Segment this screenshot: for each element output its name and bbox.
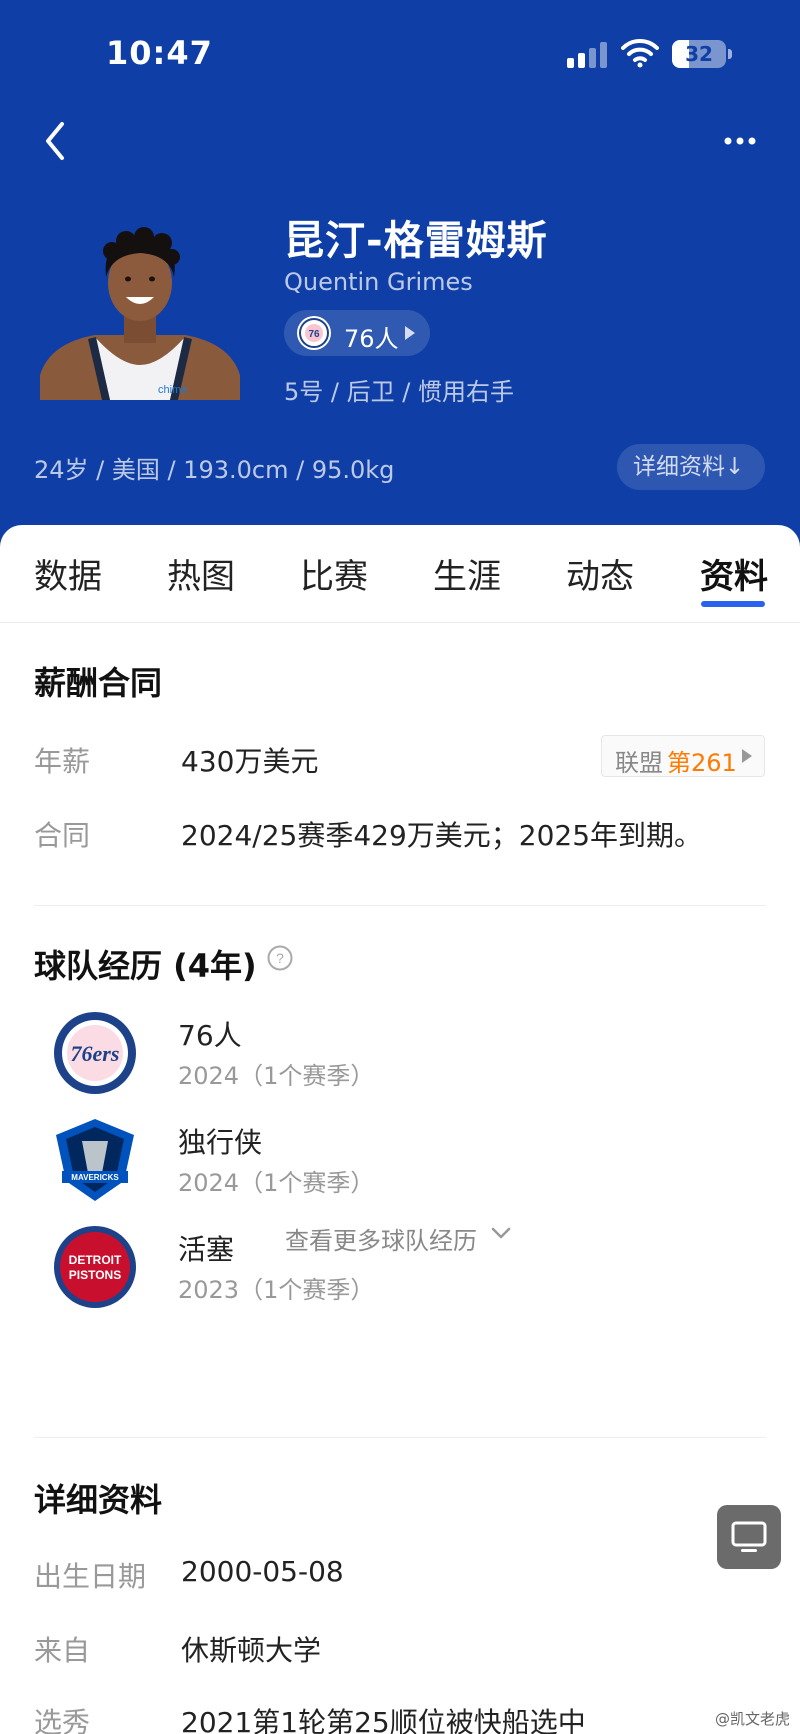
back-chevron-icon[interactable] xyxy=(36,118,76,164)
birth-date-label: 出生日期 xyxy=(34,1560,147,1593)
team-history-years: 2023（1个赛季） xyxy=(178,1276,375,1304)
battery-tip xyxy=(728,49,732,59)
team-history-item[interactable]: MAVERICKS 独行侠 2024（1个赛季） xyxy=(0,1115,800,1215)
team-history-title: 球队经历 (4年) xyxy=(34,947,257,985)
player-header: 10:47 32 chime 昆汀-格雷姆斯 Quentin Grimes 76… xyxy=(0,0,800,560)
76ers-logo-icon: 76 xyxy=(297,316,331,350)
active-tab-indicator xyxy=(701,601,765,607)
pistons-logo-icon: DETROIT PISTONS xyxy=(54,1226,136,1308)
team-history-name: 76人 xyxy=(178,1019,242,1052)
draft-value: 2021第1轮第25顺位被快船选中 xyxy=(181,1706,586,1734)
76ers-logo-icon: 76ers xyxy=(54,1012,136,1094)
more-options-icon[interactable] xyxy=(720,126,760,156)
tab-career[interactable]: 生涯 xyxy=(433,549,501,598)
player-name-en: Quentin Grimes xyxy=(284,268,473,296)
cellular-signal-icon xyxy=(567,42,607,68)
svg-text:DETROIT: DETROIT xyxy=(69,1253,122,1267)
team-link-button[interactable]: 76 76人 xyxy=(284,310,430,356)
battery-icon: 32 xyxy=(672,40,726,68)
player-name-cn: 昆汀-格雷姆斯 xyxy=(284,218,548,264)
team-history-item[interactable]: 76ers 76人 2024（1个赛季） xyxy=(0,1008,800,1108)
player-bio: 24岁 / 美国 / 193.0cm / 95.0kg xyxy=(34,456,395,484)
team-history-years: 2024（1个赛季） xyxy=(178,1169,375,1197)
annual-salary-value: 430万美元 xyxy=(181,745,319,778)
player-avatar: chime xyxy=(40,227,240,400)
svg-text:76ers: 76ers xyxy=(71,1041,120,1066)
draft-label: 选秀 xyxy=(34,1706,91,1734)
monitor-icon xyxy=(731,1521,767,1552)
section-divider xyxy=(34,905,766,906)
svg-text:chime: chime xyxy=(158,384,187,396)
help-icon[interactable]: ? xyxy=(267,945,293,971)
status-time: 10:47 xyxy=(106,34,213,72)
tab-bar: 数据 热图 比赛 生涯 动态 资料 xyxy=(0,525,800,623)
tab-heatmap[interactable]: 热图 xyxy=(167,549,235,598)
section-divider xyxy=(34,1437,766,1438)
team-history-name: 活塞 xyxy=(178,1233,235,1266)
salary-section-title: 薪酬合同 xyxy=(34,664,163,702)
play-arrow-icon xyxy=(405,326,415,340)
contract-label: 合同 xyxy=(34,819,91,852)
rank-value: 第261 xyxy=(667,749,737,777)
league-rank-button[interactable]: 联盟 第261 xyxy=(601,735,765,777)
profile-content: 数据 热图 比赛 生涯 动态 资料 薪酬合同 年薪 430万美元 联盟 第261… xyxy=(0,525,800,1734)
chevron-down-icon xyxy=(491,1227,511,1239)
battery-level: 32 xyxy=(685,42,713,66)
tab-news[interactable]: 动态 xyxy=(566,549,634,598)
detail-info-button[interactable]: 详细资料↓ xyxy=(617,444,765,490)
svg-text:76: 76 xyxy=(308,329,320,340)
annual-salary-label: 年薪 xyxy=(34,745,91,778)
tab-games[interactable]: 比赛 xyxy=(300,549,368,598)
wifi-icon xyxy=(621,38,659,68)
rank-label: 联盟 xyxy=(615,749,663,777)
contract-value: 2024/25赛季429万美元；2025年到期。 xyxy=(181,819,703,852)
svg-text:?: ? xyxy=(276,950,284,966)
watermark: @凯文老虎 xyxy=(715,1710,791,1728)
more-team-history-link[interactable]: 查看更多球队经历 xyxy=(285,1221,477,1256)
mavericks-logo-icon: MAVERICKS xyxy=(56,1119,134,1201)
svg-text:MAVERICKS: MAVERICKS xyxy=(71,1173,119,1182)
tab-profile[interactable]: 资料 xyxy=(700,549,768,598)
college-label: 来自 xyxy=(34,1634,91,1667)
play-arrow-icon xyxy=(742,749,752,763)
team-history-name: 独行侠 xyxy=(178,1126,263,1159)
details-section-title: 详细资料 xyxy=(34,1481,163,1519)
player-meta: 5号 / 后卫 / 惯用右手 xyxy=(284,378,514,406)
team-name: 76人 xyxy=(344,325,399,353)
team-history-years: 2024（1个赛季） xyxy=(178,1062,375,1090)
tab-stats[interactable]: 数据 xyxy=(34,549,102,598)
college-value: 休斯顿大学 xyxy=(181,1634,322,1667)
picture-in-picture-button[interactable] xyxy=(717,1505,781,1569)
svg-text:PISTONS: PISTONS xyxy=(69,1268,121,1282)
birth-date-value: 2000-05-08 xyxy=(181,1555,344,1588)
